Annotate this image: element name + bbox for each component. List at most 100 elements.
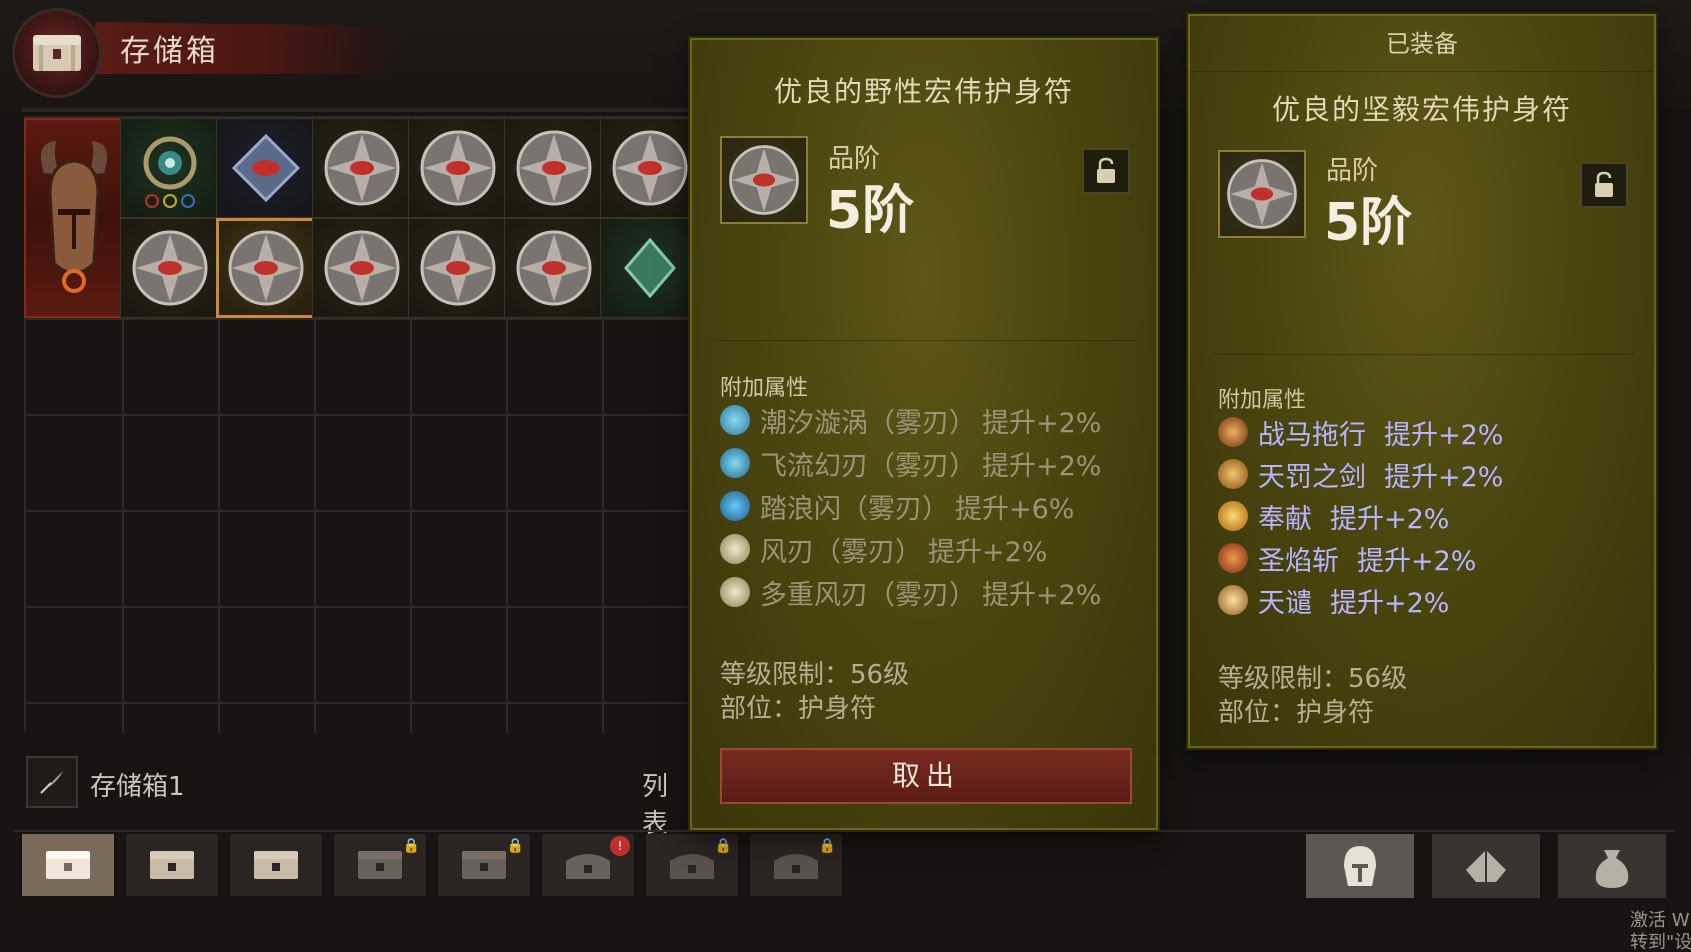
lock-item-button[interactable]: [1082, 148, 1130, 194]
affix-bonus: 提升+6%: [955, 493, 1075, 525]
stash-title: 存储箱: [120, 34, 219, 69]
stash-tab-1[interactable]: [22, 834, 114, 896]
affix-bonus: 提升+2%: [1330, 503, 1450, 535]
gems-category-tab[interactable]: [1432, 834, 1540, 898]
list-label[interactable]: 列表: [642, 766, 686, 840]
chest-icon: [358, 851, 402, 879]
blade-icon: [720, 448, 750, 478]
materials-category-tab[interactable]: [1558, 834, 1666, 898]
stash-item-amulet-selected[interactable]: [216, 218, 316, 318]
stash-tab-6[interactable]: !: [542, 834, 634, 896]
sword-icon: [1218, 459, 1248, 489]
affix-name: 天谴: [1258, 587, 1312, 619]
wave-icon: [720, 491, 750, 521]
tide-icon: [720, 405, 750, 435]
stash-name: 存储箱1: [90, 772, 185, 802]
affix-name: 奉献: [1258, 503, 1312, 535]
equipment-category-tab[interactable]: [1306, 834, 1414, 898]
chest-icon: [254, 851, 298, 879]
affix-bonus: 提升+2%: [1357, 545, 1477, 577]
affix-bonus: 提升+2%: [928, 536, 1048, 568]
stash-tab-4-locked[interactable]: 🔒: [334, 834, 426, 896]
item-slot: 部位：护身符: [1218, 698, 1375, 728]
affix-row: 天谴 提升+2%: [1218, 582, 1450, 619]
amulet-icon: [729, 145, 799, 215]
wheel-amulet-icon: [143, 136, 197, 208]
affix-name: 潮汐漩涡（雾刃）: [760, 407, 976, 439]
ornate-chest-icon: [774, 854, 818, 879]
unlock-icon: [1097, 157, 1115, 183]
stash-item-amulet[interactable]: [504, 118, 604, 218]
affix-bonus: 提升+2%: [1384, 419, 1504, 451]
selected-item-name: 优良的野性宏伟护身符: [773, 75, 1074, 108]
affix-row: 奉献 提升+2%: [1218, 498, 1450, 535]
stash-item-amulet[interactable]: [504, 218, 604, 318]
amulet-icon: [516, 130, 592, 206]
take-out-button[interactable]: 取出: [720, 748, 1132, 804]
affix-row: 飞流幻刃（雾刃） 提升+2%: [720, 445, 1102, 482]
stash-item-amulet[interactable]: [312, 118, 412, 218]
stash-item-green-gem[interactable]: [600, 218, 700, 318]
chest-icon: [462, 851, 506, 879]
stash-item-amulet[interactable]: [600, 118, 700, 218]
lock-icon: 🔒: [818, 838, 836, 854]
equipped-item-name: 优良的坚毅宏伟护身符: [1271, 93, 1572, 126]
lock-icon: 🔒: [506, 838, 524, 854]
affix-row: 圣焰斩 提升+2%: [1218, 540, 1477, 577]
diamond-amulet-icon: [231, 133, 301, 203]
equipped-item-tooltip: 已装备 优良的坚毅宏伟护身符 品阶 5阶 附加属性 战马拖行 提升+2% 天罚之…: [1188, 14, 1656, 748]
affix-bonus: 提升+2%: [1384, 461, 1504, 493]
selected-item-icon: [720, 136, 808, 224]
wind-icon: [720, 577, 750, 607]
stash-item-amulet[interactable]: [120, 218, 220, 318]
affix-row: 多重风刃（雾刃） 提升+2%: [720, 574, 1101, 611]
consecrate-icon: [1218, 501, 1248, 531]
affix-name: 风刃（雾刃）: [760, 536, 922, 568]
tier-value: 5阶: [1324, 193, 1413, 253]
rename-stash-button[interactable]: [26, 756, 78, 808]
affix-row: 风刃（雾刃） 提升+2%: [720, 531, 1048, 568]
amulet-icon: [420, 130, 496, 206]
chest-icon: [46, 851, 90, 879]
stash-tab-5-locked[interactable]: 🔒: [438, 834, 530, 896]
amulet-icon: [228, 230, 304, 306]
lock-icon: 🔒: [714, 838, 732, 854]
chest-icon: [150, 851, 194, 879]
affix-name: 踏浪闪（雾刃）: [760, 493, 949, 525]
lock-icon: 🔒: [402, 838, 420, 854]
lock-item-button[interactable]: [1580, 162, 1628, 208]
tooltip-divider: [1214, 354, 1634, 355]
horse-icon: [1218, 417, 1248, 447]
amulet-icon: [612, 130, 688, 206]
equipped-item-icon: [1218, 150, 1306, 238]
affix-bonus: 提升+2%: [1330, 587, 1450, 619]
stash-item-amulet[interactable]: [312, 218, 412, 318]
unlock-icon: [1595, 171, 1613, 197]
affix-name: 天罚之剑: [1258, 461, 1366, 493]
stash-item-wheel-amulet[interactable]: [120, 118, 220, 218]
affix-name: 多重风刃（雾刃）: [760, 579, 976, 611]
stash-item-gem-amulet[interactable]: [216, 118, 316, 218]
stash-tab-3[interactable]: [230, 834, 322, 896]
item-slot: 部位：护身符: [720, 694, 877, 724]
affix-heading: 附加属性: [1218, 388, 1307, 413]
stash-tab-8-locked[interactable]: 🔒: [750, 834, 842, 896]
tooltip-divider: [716, 340, 1136, 341]
stash-name-row: 存储箱1 列表: [26, 756, 686, 839]
stash-item-amulet[interactable]: [408, 118, 508, 218]
smite-icon: [1218, 585, 1248, 615]
helmet-icon: [1344, 846, 1376, 886]
helm-icon: [40, 141, 108, 293]
amulet-icon: [1227, 159, 1297, 229]
stash-item-helm[interactable]: [24, 118, 124, 318]
tier-value: 5阶: [826, 181, 915, 241]
stash-tab-7-locked[interactable]: 🔒: [646, 834, 738, 896]
gem-icon: [1466, 850, 1506, 882]
gem-icon: [624, 237, 676, 299]
affix-bonus: 提升+2%: [982, 450, 1102, 482]
header-divider: [22, 108, 692, 112]
stash-item-amulet[interactable]: [408, 218, 508, 318]
stash-tab-2[interactable]: [126, 834, 218, 896]
level-requirement: 等级限制：56级: [720, 660, 910, 690]
quill-icon: [40, 771, 63, 794]
